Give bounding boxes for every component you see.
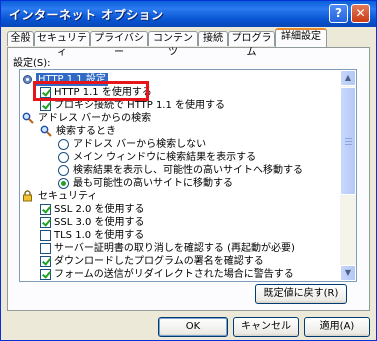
verify-signature-checkbox[interactable] — [40, 256, 51, 267]
thumb-grip — [345, 138, 352, 139]
go-likely-site-radio[interactable] — [58, 178, 69, 189]
cert-revocation-checkbox[interactable] — [40, 243, 51, 254]
apply-button[interactable]: 適用(A) — [304, 317, 370, 337]
thumb-grip — [345, 141, 352, 142]
tab-connections[interactable]: 接続 — [198, 31, 228, 46]
thumb-grip — [345, 144, 352, 145]
no-search-label: アドレス バーから検索しない — [73, 139, 207, 150]
scroll-up-button[interactable]: ▲ — [340, 70, 356, 86]
verify-signature-label: ダウンロードしたプログラムの署名を確認する — [54, 256, 264, 267]
ssl3-label: SSL 3.0 を使用する — [54, 217, 145, 228]
form-redirect-warn-checkbox[interactable] — [40, 269, 51, 280]
tab-security[interactable]: セキュリティ — [34, 31, 90, 58]
close-button[interactable]: ✕ — [351, 4, 370, 23]
show-results-main-label: メイン ウィンドウに検索結果を表示する — [73, 152, 257, 163]
window-title: インターネット オプション — [9, 8, 164, 22]
scroll-thumb[interactable] — [340, 87, 356, 195]
internet-options-dialog: インターネット オプション ? ✕ 全般 セキュリティ プライバシー コンテンツ… — [0, 0, 377, 341]
when-search-label: 検索するとき — [56, 126, 116, 137]
tab-programs[interactable]: プログラム — [228, 31, 275, 58]
security-label: セキュリティ — [38, 191, 98, 202]
ok-button[interactable]: OK — [158, 317, 228, 337]
restore-defaults-button[interactable]: 既定値に戻す(R) — [255, 284, 347, 304]
show-results-go-label: 検索結果を表示し、可能性の高いサイトへ移動する — [73, 165, 303, 176]
tls1-label: TLS 1.0 を使用する — [54, 230, 145, 241]
ssl2-label: SSL 2.0 を使用する — [54, 204, 145, 215]
show-results-main-radio[interactable] — [58, 152, 69, 163]
search-icon — [22, 112, 34, 124]
lock-icon — [23, 190, 32, 202]
tab-content[interactable]: コンテンツ — [148, 31, 198, 58]
help-button[interactable]: ? — [329, 4, 348, 23]
no-search-radio[interactable] — [58, 139, 69, 150]
highlight-annotation — [33, 81, 149, 101]
tab-general[interactable]: 全般 — [7, 31, 34, 46]
settings-label: 設定(S): — [13, 58, 51, 69]
tab-privacy[interactable]: プライバシー — [90, 31, 148, 58]
ssl2-checkbox[interactable] — [40, 204, 51, 215]
title-bar[interactable]: インターネット オプション ? ✕ — [1, 1, 376, 27]
tab-advanced[interactable]: 詳細設定 — [275, 28, 327, 47]
cancel-button[interactable]: キャンセル — [233, 317, 299, 337]
gear-icon — [23, 75, 32, 84]
ssl3-checkbox[interactable] — [40, 217, 51, 228]
cert-revocation-label: サーバー証明書の取り消しを確認する (再起動が必要) — [54, 243, 295, 254]
tls1-checkbox[interactable] — [40, 230, 51, 241]
go-likely-site-label: 最も可能性の高いサイトに移動する — [73, 178, 233, 189]
scroll-down-button[interactable]: ▼ — [340, 265, 356, 281]
search-icon — [40, 125, 52, 137]
proxy-http11-checkbox[interactable] — [40, 100, 51, 111]
show-results-go-radio[interactable] — [58, 165, 69, 176]
address-search-label: アドレス バーからの検索 — [38, 113, 152, 124]
vertical-scrollbar[interactable]: ▲ ▼ — [340, 70, 356, 281]
form-redirect-warn-label: フォームの送信がリダイレクトされた場合に警告する — [54, 269, 294, 280]
